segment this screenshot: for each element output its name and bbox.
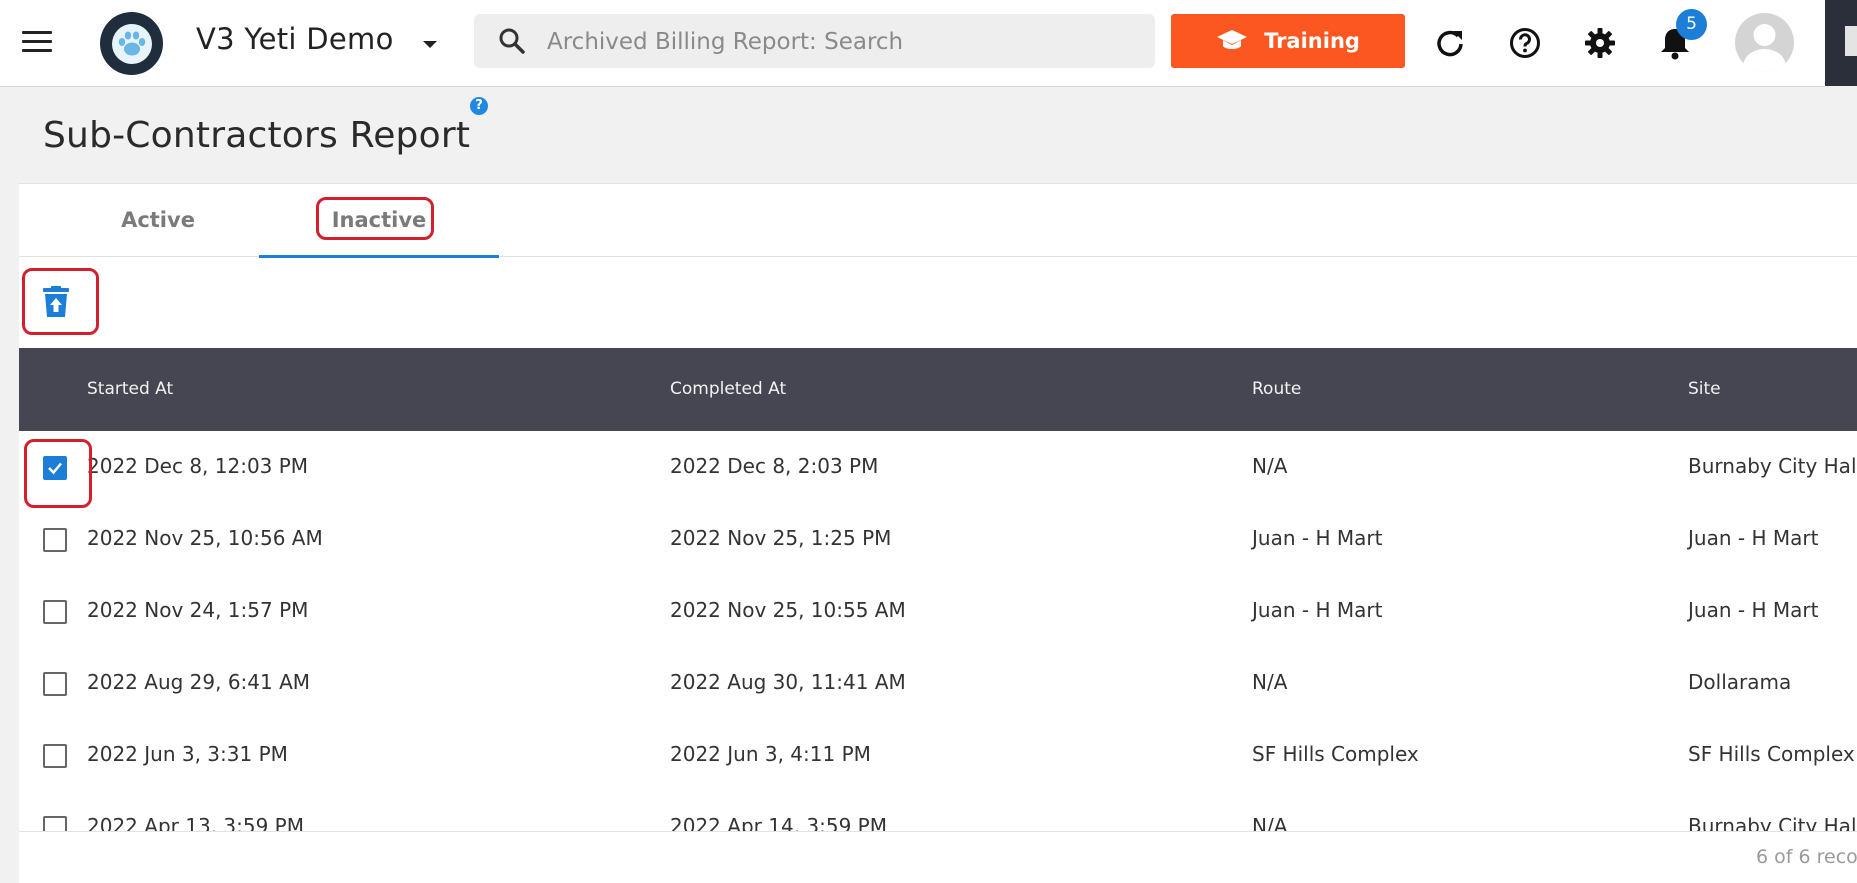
table-row[interactable]: 2022 Jun 3, 3:31 PM 2022 Jun 3, 4:11 PM …	[19, 719, 1857, 792]
cell-site: Juan - H Mart	[1688, 598, 1819, 622]
cell-started-at: 2022 Aug 29, 6:41 AM	[87, 670, 311, 694]
table-row[interactable]: 2022 Dec 8, 12:03 PM 2022 Dec 8, 2:03 PM…	[19, 431, 1857, 504]
cell-started-at: 2022 Nov 25, 10:56 AM	[87, 526, 323, 550]
search-input[interactable]	[545, 24, 1129, 60]
paw-logo-icon[interactable]	[100, 12, 163, 75]
cell-route: N/A	[1252, 454, 1288, 478]
table-footer: 6 of 6 reco	[19, 831, 1857, 883]
search-bar	[474, 14, 1155, 68]
top-bar: V3 Yeti Demo Training	[0, 0, 1825, 87]
cell-started-at: 2022 Jun 3, 3:31 PM	[87, 742, 288, 766]
cell-site: Burnaby City Hall	[1688, 814, 1857, 831]
help-icon[interactable]	[1504, 22, 1546, 64]
row-checkbox[interactable]	[43, 456, 67, 480]
cell-site: Dollarama	[1688, 670, 1792, 694]
row-checkbox[interactable]	[43, 816, 67, 831]
cell-route: N/A	[1252, 670, 1288, 694]
cell-completed-at: 2022 Jun 3, 4:11 PM	[670, 742, 871, 766]
page-title: Sub-Contractors Report	[43, 115, 471, 156]
report-card: Active Inactive Started At Completed At …	[19, 183, 1857, 883]
training-button[interactable]: Training	[1171, 14, 1405, 68]
cell-started-at: 2022 Nov 24, 1:57 PM	[87, 598, 309, 622]
search-icon	[499, 28, 525, 54]
cell-started-at: 2022 Dec 8, 12:03 PM	[87, 454, 309, 478]
row-checkbox[interactable]	[43, 600, 67, 624]
table-row[interactable]: 2022 Apr 13, 3:59 PM 2022 Apr 14, 3:59 P…	[19, 791, 1857, 831]
cell-route: N/A	[1252, 814, 1288, 831]
cell-completed-at: 2022 Dec 8, 2:03 PM	[670, 454, 879, 478]
chevron-down-icon[interactable]	[419, 36, 441, 52]
table-row[interactable]: 2022 Nov 25, 10:56 AM 2022 Nov 25, 1:25 …	[19, 503, 1857, 576]
cell-route: SF Hills Complex	[1252, 742, 1419, 766]
row-checkbox[interactable]	[43, 528, 67, 552]
cell-started-at: 2022 Apr 13, 3:59 PM	[87, 814, 304, 831]
table-row[interactable]: 2022 Aug 29, 6:41 AM 2022 Aug 30, 11:41 …	[19, 647, 1857, 720]
training-label: Training	[1264, 29, 1360, 53]
gear-icon[interactable]	[1579, 22, 1621, 64]
org-name[interactable]: V3 Yeti Demo	[196, 22, 394, 56]
cell-site: Juan - H Mart	[1688, 526, 1819, 550]
table-row[interactable]: 2022 Nov 24, 1:57 PM 2022 Nov 25, 10:55 …	[19, 575, 1857, 648]
cell-route: Juan - H Mart	[1252, 598, 1383, 622]
graduation-cap-icon	[1217, 30, 1248, 49]
header-started-at[interactable]: Started At	[87, 379, 173, 399]
trash-restore-icon[interactable]	[43, 286, 69, 318]
cell-completed-at: 2022 Nov 25, 1:25 PM	[670, 526, 892, 550]
cell-completed-at: 2022 Apr 14, 3:59 PM	[670, 814, 887, 831]
user-avatar-icon[interactable]	[1735, 13, 1794, 72]
tab-active[interactable]: Active	[38, 184, 278, 256]
cell-route: Juan - H Mart	[1252, 526, 1383, 550]
refresh-icon[interactable]	[1429, 22, 1471, 64]
header-completed-at[interactable]: Completed At	[670, 379, 786, 399]
cell-site: SF Hills Complex	[1688, 742, 1855, 766]
header-site[interactable]: Site	[1688, 379, 1721, 399]
table-header: Started At Completed At Route Site	[19, 348, 1857, 431]
menu-icon[interactable]	[22, 31, 52, 55]
table-body: 2022 Dec 8, 12:03 PM 2022 Dec 8, 2:03 PM…	[19, 431, 1857, 831]
tab-bar: Active Inactive	[19, 184, 1857, 258]
tab-inactive[interactable]: Inactive	[259, 184, 499, 258]
row-checkbox[interactable]	[43, 744, 67, 768]
side-panel-edge	[1825, 0, 1857, 86]
help-tooltip-icon[interactable]: ?	[470, 97, 488, 115]
notification-badge: 5	[1676, 9, 1707, 40]
cell-completed-at: 2022 Nov 25, 10:55 AM	[670, 598, 906, 622]
cell-site: Burnaby City Hall	[1688, 454, 1857, 478]
record-count: 6 of 6 reco	[1756, 846, 1857, 868]
header-route[interactable]: Route	[1252, 379, 1301, 399]
row-checkbox[interactable]	[43, 672, 67, 696]
cell-completed-at: 2022 Aug 30, 11:41 AM	[670, 670, 906, 694]
